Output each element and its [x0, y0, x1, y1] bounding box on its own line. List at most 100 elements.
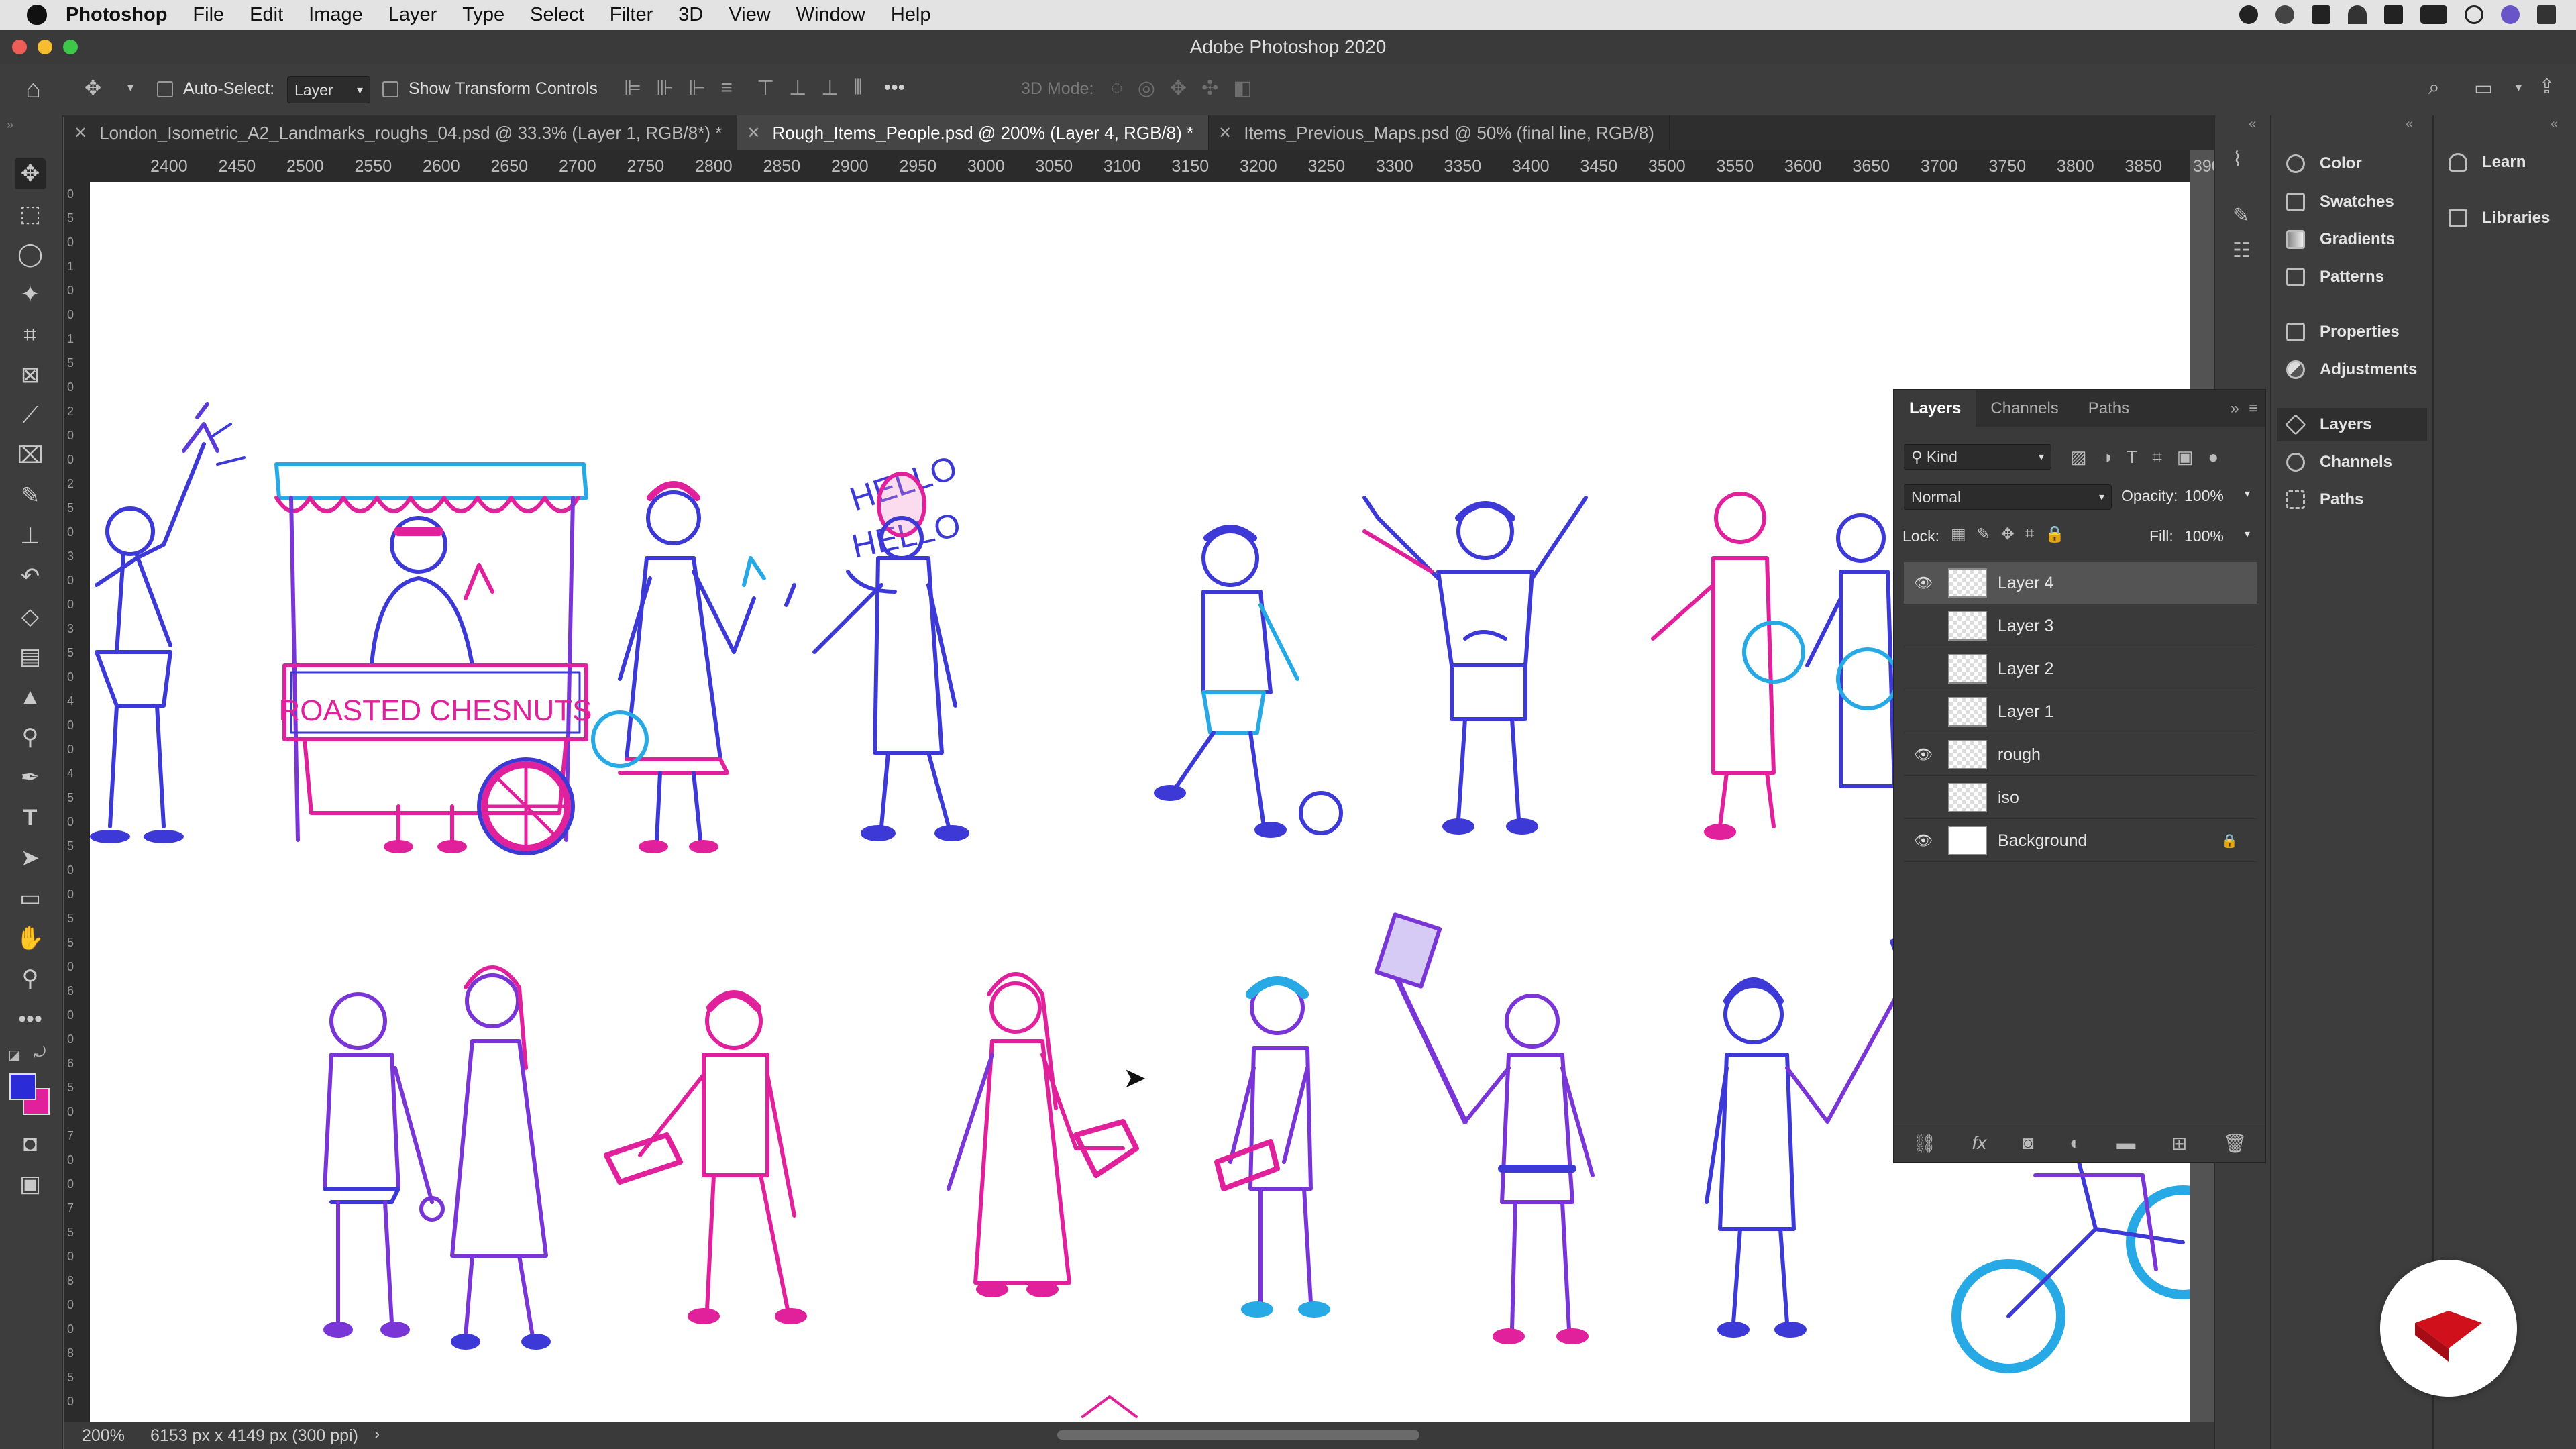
- align-right-edges-icon[interactable]: ⊩: [688, 76, 706, 100]
- tab-london-isometric[interactable]: ✕ London_Isometric_A2_Landmarks_roughs_0…: [64, 115, 738, 150]
- visibility-eye-icon[interactable]: 👁: [1912, 746, 1935, 763]
- lasso-tool[interactable]: ◯: [15, 239, 46, 270]
- layer-row[interactable]: Layer 1: [1904, 691, 2257, 733]
- close-tab-icon[interactable]: ✕: [747, 123, 760, 143]
- layer-row[interactable]: Layer 3: [1904, 605, 2257, 647]
- menu-filter[interactable]: Filter: [610, 4, 653, 26]
- default-colors-icon[interactable]: ◪: [8, 1046, 21, 1063]
- path-selection-tool[interactable]: ➤: [15, 843, 46, 873]
- horizontal-scrollbar[interactable]: [1057, 1430, 1419, 1440]
- collapse-toolbar-icon[interactable]: »: [7, 118, 13, 132]
- rectangular-marquee-tool[interactable]: ⬚: [15, 199, 46, 229]
- tab-items-previous-maps[interactable]: ✕ Items_Previous_Maps.psd @ 50% (final l…: [1209, 115, 1670, 150]
- zoom-tool[interactable]: ⚲: [15, 963, 46, 994]
- filter-type-icon[interactable]: T: [2127, 447, 2137, 468]
- blend-mode-dropdown[interactable]: Normal ▾: [1904, 484, 2112, 510]
- delete-layer-trash-icon[interactable]: 🗑: [2223, 1132, 2247, 1155]
- layer-filter-dropdown[interactable]: ⚲ Kind ▾: [1904, 444, 2051, 470]
- link-layers-icon[interactable]: ⛓: [1913, 1132, 1937, 1155]
- wifi-icon[interactable]: [2348, 5, 2367, 24]
- panel-layers[interactable]: Layers: [2277, 408, 2427, 441]
- layer-style-fx-icon[interactable]: fx: [1972, 1132, 1987, 1154]
- magic-wand-tool[interactable]: ✦: [15, 279, 46, 310]
- panel-color[interactable]: Color: [2286, 147, 2362, 180]
- pen-tool[interactable]: ✒: [15, 762, 46, 793]
- fill-value[interactable]: 100%: [2184, 527, 2224, 545]
- record-icon[interactable]: [2239, 5, 2258, 24]
- filter-toggle-icon[interactable]: ●: [2208, 447, 2218, 468]
- opacity-chevron-icon[interactable]: ▾: [2245, 487, 2250, 500]
- align-bottom-edges-icon[interactable]: ⊥: [821, 76, 839, 100]
- auto-select-checkbox[interactable]: [157, 81, 173, 98]
- layer-name[interactable]: Layer 1: [1998, 702, 2053, 722]
- home-icon[interactable]: ⌂: [25, 75, 41, 104]
- move-tool[interactable]: ✥: [15, 158, 46, 189]
- siri-icon[interactable]: [2501, 5, 2520, 24]
- panel-adjustments[interactable]: Adjustments: [2286, 353, 2417, 386]
- dodge-tool[interactable]: ⚲: [15, 722, 46, 753]
- align-vertical-centers-icon[interactable]: ⊥: [789, 76, 806, 100]
- auto-select-dropdown[interactable]: Layer ▾: [287, 76, 370, 103]
- filter-shape-icon[interactable]: ⌗: [2152, 447, 2162, 468]
- close-tab-icon[interactable]: ✕: [74, 123, 87, 143]
- menu-layer[interactable]: Layer: [388, 4, 437, 26]
- layer-name[interactable]: iso: [1998, 788, 2019, 808]
- brush-tool[interactable]: ✎: [15, 480, 46, 511]
- 3d-pan-icon[interactable]: ✥: [1170, 76, 1187, 100]
- collapse-dock-icon[interactable]: «: [2551, 117, 2558, 132]
- swap-colors-icon[interactable]: ⤾: [34, 1044, 46, 1061]
- lock-pixels-icon[interactable]: ✎: [1977, 525, 1990, 544]
- menu-view[interactable]: View: [729, 4, 770, 26]
- tab-paths[interactable]: Paths: [2074, 390, 2144, 427]
- tab-layers[interactable]: Layers: [1894, 390, 1976, 427]
- share-icon[interactable]: ⇪: [2538, 75, 2555, 99]
- show-transform-checkbox[interactable]: [382, 81, 398, 98]
- status-menu-chevron-icon[interactable]: ›: [374, 1425, 380, 1444]
- horizontal-ruler[interactable]: 2400 2450 2500 2550 2600 2650 2700 2750 2800 2850…: [90, 150, 2221, 183]
- menu-select[interactable]: Select: [530, 4, 584, 26]
- layer-name[interactable]: Layer 2: [1998, 659, 2053, 679]
- menu-edit[interactable]: Edit: [250, 4, 283, 26]
- close-tab-icon[interactable]: ✕: [1218, 123, 1232, 143]
- tab-channels[interactable]: Channels: [1976, 390, 2073, 427]
- layer-row[interactable]: 👁 Layer 4: [1904, 562, 2257, 604]
- align-left-edges-icon[interactable]: ⊫: [624, 76, 641, 100]
- history-panel-icon[interactable]: ⌇: [2233, 148, 2243, 171]
- collapse-dock-icon[interactable]: «: [2406, 117, 2413, 132]
- panel-learn[interactable]: Learn: [2449, 146, 2526, 179]
- lock-transparent-icon[interactable]: ▦: [1951, 525, 1966, 544]
- eraser-tool[interactable]: ◇: [15, 601, 46, 632]
- panel-patterns[interactable]: Patterns: [2286, 260, 2384, 294]
- minimize-window-button[interactable]: [38, 40, 52, 54]
- volume-icon[interactable]: [2384, 5, 2403, 24]
- panel-swatches[interactable]: Swatches: [2286, 185, 2394, 219]
- zoom-level[interactable]: 200%: [82, 1426, 125, 1446]
- menu-3d[interactable]: 3D: [678, 4, 703, 26]
- document-canvas[interactable]: ROASTED CHESNUTS HELLO HELLO ➤: [90, 182, 2190, 1422]
- panel-menu-icon[interactable]: ≡: [2249, 399, 2258, 418]
- new-layer-icon[interactable]: ⊞: [2171, 1132, 2187, 1155]
- 3d-orbit-icon[interactable]: ◌: [1111, 76, 1123, 100]
- align-horizontal-centers-icon[interactable]: ⊪: [656, 76, 674, 100]
- edit-toolbar-icon[interactable]: •••: [15, 1004, 46, 1034]
- close-window-button[interactable]: [12, 40, 27, 54]
- panel-properties[interactable]: Properties: [2286, 315, 2400, 349]
- lock-all-icon[interactable]: 🔒: [2045, 525, 2065, 544]
- menu-window[interactable]: Window: [796, 4, 865, 26]
- layer-row[interactable]: iso: [1904, 777, 2257, 819]
- menu-help[interactable]: Help: [891, 4, 931, 26]
- history-brush-tool[interactable]: ↶: [15, 561, 46, 592]
- hand-tool[interactable]: ✋: [15, 923, 46, 954]
- menu-type[interactable]: Type: [462, 4, 504, 26]
- 3d-roll-icon[interactable]: ◎: [1138, 76, 1155, 100]
- tab-rough-items-people[interactable]: ✕ Rough_Items_People.psd @ 200% (Layer 4…: [737, 115, 1210, 150]
- add-mask-icon[interactable]: ◙: [2023, 1132, 2034, 1154]
- airplay-icon[interactable]: [2312, 5, 2330, 24]
- creative-cloud-icon[interactable]: [2275, 5, 2294, 24]
- panel-channels[interactable]: Channels: [2286, 445, 2392, 479]
- quick-mask-icon[interactable]: ◘: [15, 1128, 46, 1159]
- visibility-eye-icon[interactable]: 👁: [1912, 574, 1935, 592]
- more-options-icon[interactable]: •••: [884, 76, 906, 100]
- tool-preset-chevron-icon[interactable]: ▾: [127, 80, 133, 95]
- zoom-window-button[interactable]: [63, 40, 78, 54]
